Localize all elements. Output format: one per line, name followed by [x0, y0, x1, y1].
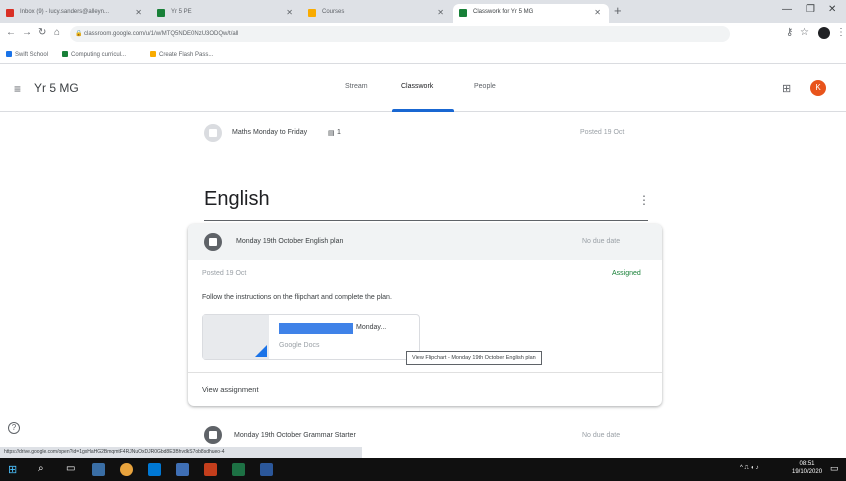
file-explorer-icon[interactable]: [92, 463, 105, 476]
attachment-count: 1: [337, 129, 341, 136]
hamburger-menu-icon[interactable]: ≡: [14, 82, 21, 96]
close-tab-icon[interactable]: ✕: [594, 8, 601, 17]
lock-icon: 🔒: [75, 31, 83, 37]
browser-profile-avatar[interactable]: [818, 27, 830, 39]
assignment-icon: [204, 233, 222, 251]
assignment-instructions: Follow the instructions on the flipchart…: [202, 294, 392, 301]
close-tab-icon[interactable]: ✕: [437, 8, 444, 17]
back-icon[interactable]: ←: [6, 27, 16, 38]
assignment-icon: [204, 426, 222, 444]
attachment-thumbnail: [203, 315, 269, 359]
new-tab-button[interactable]: +: [614, 3, 622, 18]
chrome-icon[interactable]: [120, 463, 133, 476]
star-icon[interactable]: ☆: [800, 27, 809, 38]
topic-more-icon[interactable]: ⋮: [638, 193, 650, 207]
due-date: No due date: [582, 238, 621, 245]
tooltip: View Flipchart - Monday 19th October Eng…: [406, 351, 542, 365]
address-bar-row: ← → ↻ ⌂ 🔒 classroom.google.com/u/1/w/MTQ…: [0, 23, 846, 45]
bookmark-swift-school[interactable]: Swift School: [6, 51, 48, 58]
list-item[interactable]: Monday 19th October Grammar Starter No d…: [204, 426, 634, 444]
browser-tab-pe[interactable]: Yr 5 PE ✕: [151, 4, 301, 23]
more-menu-icon[interactable]: ⋮: [836, 27, 846, 38]
attachment-type: Google Docs: [279, 342, 320, 349]
assignment-header[interactable]: Monday 19th October English plan No due …: [188, 224, 662, 260]
bookmark-icon: [6, 51, 12, 57]
maximize-icon[interactable]: ❐: [806, 4, 815, 15]
home-icon[interactable]: ⌂: [54, 27, 60, 38]
powerpoint-icon[interactable]: [204, 463, 217, 476]
classroom-icon: [459, 9, 467, 17]
excel-icon[interactable]: [232, 463, 245, 476]
topic-divider: [204, 220, 648, 221]
word-icon[interactable]: [260, 463, 273, 476]
app-icon[interactable]: [176, 463, 189, 476]
clock[interactable]: 08:51 19/10/2020: [792, 460, 822, 476]
windows-taskbar: ⊞ ⌕ ▭ ^ ⎍ ◖ ♪ 08:51 19/10/2020 ▭: [0, 458, 846, 481]
tab-people[interactable]: People: [474, 83, 496, 90]
reload-icon[interactable]: ↻: [38, 27, 46, 38]
browser-tab-courses[interactable]: Courses ✕: [302, 4, 452, 23]
browser-tab-classwork[interactable]: Classwork for Yr 5 MG ✕: [453, 4, 609, 23]
classroom-icon: [308, 9, 316, 17]
posted-date: Posted 19 Oct: [580, 129, 625, 136]
status-badge: Assigned: [612, 270, 641, 277]
key-icon[interactable]: ⚷: [786, 27, 793, 38]
bookmark-flash-pass[interactable]: Create Flash Pass...: [150, 51, 213, 58]
list-item[interactable]: Maths Monday to Friday ▤ 1 Posted 19 Oct: [204, 124, 634, 142]
assignment-card: Monday 19th October English plan No due …: [188, 224, 662, 406]
windows-start-icon[interactable]: ⊞: [8, 463, 17, 476]
forward-icon[interactable]: →: [22, 27, 32, 38]
bookmark-computing[interactable]: Computing curricul...: [62, 51, 126, 58]
item-title: Maths Monday to Friday: [232, 129, 308, 136]
due-date: No due date: [582, 432, 621, 439]
attachment-count-icon: ▤: [328, 130, 335, 137]
system-tray-icons[interactable]: ^ ⎍ ◖ ♪: [740, 465, 759, 472]
classroom-header: ≡ Yr 5 MG Stream Classwork People ⊞ K: [0, 64, 846, 112]
divider: [188, 372, 662, 373]
checkmark-icon: [62, 51, 68, 57]
item-title: Monday 19th October Grammar Starter: [234, 432, 356, 439]
topic-title: English: [204, 188, 270, 210]
bookmarks-bar: Swift School Computing curricul... Creat…: [0, 45, 846, 64]
tab-classwork[interactable]: Classwork: [401, 83, 433, 90]
view-assignment-link[interactable]: View assignment: [202, 385, 259, 394]
posted-date: Posted 19 Oct: [202, 270, 247, 277]
redacted-text: [279, 323, 353, 334]
tab-stream[interactable]: Stream: [345, 83, 368, 90]
avatar[interactable]: K: [810, 80, 826, 96]
close-window-icon[interactable]: ✕: [828, 4, 836, 15]
apps-grid-icon[interactable]: ⊞: [782, 82, 791, 95]
bookmark-icon: [150, 51, 156, 57]
attachment-title: Monday...: [356, 324, 387, 331]
classroom-icon: [157, 9, 165, 17]
browser-tab-inbox[interactable]: Inbox (9) - lucy.sanders@alleyn... ✕: [0, 4, 150, 23]
url-bar[interactable]: 🔒 classroom.google.com/u/1/w/MTQ5NDE0NzU…: [70, 26, 730, 42]
gmail-icon: [6, 9, 14, 17]
assignment-title: Monday 19th October English plan: [236, 238, 344, 245]
class-name[interactable]: Yr 5 MG: [34, 81, 79, 95]
attachment-card[interactable]: Monday... Google Docs: [202, 314, 420, 360]
search-icon[interactable]: ⌕: [38, 463, 44, 474]
notification-icon[interactable]: ▭: [830, 463, 839, 474]
help-icon[interactable]: ?: [8, 422, 20, 434]
task-view-icon[interactable]: ▭: [66, 463, 75, 474]
status-url: https://drive.google.com/open?id=1gxHaHG…: [0, 447, 362, 458]
material-icon: [204, 124, 222, 142]
app-icon[interactable]: [148, 463, 161, 476]
minimize-icon[interactable]: —: [782, 4, 792, 15]
close-tab-icon[interactable]: ✕: [286, 8, 293, 17]
browser-tab-strip: Inbox (9) - lucy.sanders@alleyn... ✕ Yr …: [0, 0, 846, 23]
active-tab-indicator: [392, 109, 454, 112]
close-tab-icon[interactable]: ✕: [135, 8, 142, 17]
